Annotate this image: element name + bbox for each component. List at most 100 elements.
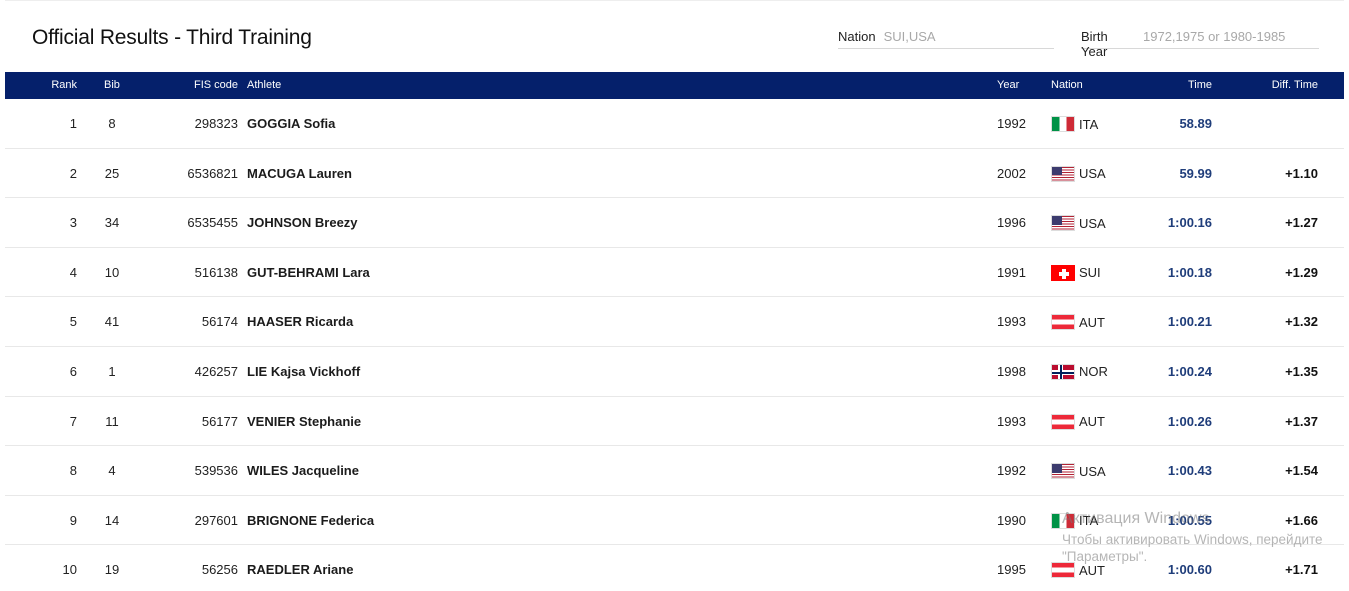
cell-time: 1:00.43 <box>1167 463 1212 479</box>
cell-nation: USA <box>1051 463 1106 480</box>
nation-code: NOR <box>1079 364 1108 380</box>
header-diff-time[interactable]: Diff. Time <box>1272 79 1318 91</box>
cell-time: 1:00.55 <box>1167 512 1212 528</box>
cell-athlete-link[interactable]: HAASER Ricarda <box>247 314 353 329</box>
usa-flag-icon <box>1051 215 1075 232</box>
cell-fis-code: 6536821 <box>187 165 238 181</box>
cell-athlete-link[interactable]: VENIER Stephanie <box>247 414 361 429</box>
table-row[interactable]: 8 4 539536 WILES Jacqueline 1992 USA 1:00.43 +1… <box>5 446 1344 496</box>
birth-year-filter-input[interactable] <box>1143 29 1319 44</box>
cell-bib: 4 <box>108 463 116 479</box>
cell-time: 1:00.18 <box>1167 264 1212 280</box>
cell-time: 59.99 <box>1179 165 1212 181</box>
cell-fis-code: 298323 <box>194 116 238 131</box>
cell-athlete-link[interactable]: LIE Kajsa Vickhoff <box>247 364 360 379</box>
cell-rank: 9 <box>69 512 77 528</box>
cell-diff-time: +1.32 <box>1285 314 1318 330</box>
table-row[interactable]: 6 1 426257 LIE Kajsa Vickhoff 1998 NOR 1:00.24… <box>5 347 1344 397</box>
cell-fis-code: 297601 <box>194 512 238 528</box>
nation-code: AUT <box>1079 562 1105 578</box>
italy-flag-icon <box>1051 512 1075 529</box>
cell-fis-code: 56256 <box>201 562 238 578</box>
table-row[interactable]: 9 14 297601 BRIGNONE Federica 1990 ITA 1:00.55… <box>5 496 1344 546</box>
cell-time: 1:00.60 <box>1167 562 1212 578</box>
italy-flag-icon <box>1051 116 1075 132</box>
cell-bib: 8 <box>108 116 116 131</box>
cell-diff-time: +1.66 <box>1285 512 1318 528</box>
nation-code: USA <box>1079 215 1106 231</box>
results-header: Official Results - Third Training Nation… <box>5 0 1344 72</box>
header-nation[interactable]: Nation <box>1051 79 1083 91</box>
cell-diff-time: +1.27 <box>1285 215 1318 231</box>
results-table: Rank Bib FIS code Athlete Year Nation Ti… <box>5 72 1344 591</box>
table-body: 1 8 298323 GOGGIA Sofia 1992 ITA 58.89 2 25 65368… <box>5 99 1344 591</box>
cell-rank: 3 <box>69 215 77 231</box>
nation-code: USA <box>1079 166 1106 182</box>
nation-code: AUT <box>1079 414 1105 430</box>
cell-fis-code: 426257 <box>194 363 238 379</box>
cell-time: 1:00.26 <box>1167 413 1212 429</box>
cell-athlete-link[interactable]: WILES Jacqueline <box>247 463 359 478</box>
cell-fis-code: 56177 <box>201 413 238 429</box>
cell-nation: ITA <box>1051 512 1098 529</box>
cell-year: 1995 <box>997 562 1026 578</box>
table-row[interactable]: 2 25 6536821 MACUGA Lauren 2002 USA 59.99 +1.10 <box>5 149 1344 199</box>
table-row[interactable]: 3 34 6535455 JOHNSON Breezy 1996 USA 1:00.16 +1… <box>5 198 1344 248</box>
cell-rank: 4 <box>69 264 77 280</box>
birth-year-filter-label: Birth Year <box>1081 29 1108 59</box>
cell-bib: 1 <box>108 363 116 379</box>
cell-year: 1992 <box>997 463 1026 479</box>
table-row[interactable]: 10 19 56256 RAEDLER Ariane 1995 AUT 1:00.60 +1.… <box>5 545 1344 591</box>
cell-time: 1:00.21 <box>1167 314 1212 330</box>
usa-flag-icon <box>1051 165 1075 182</box>
cell-nation: AUT <box>1051 314 1105 331</box>
cell-athlete-link[interactable]: GOGGIA Sofia <box>247 116 335 131</box>
cell-athlete-link[interactable]: JOHNSON Breezy <box>247 215 358 230</box>
cell-diff-time: +1.10 <box>1285 165 1318 181</box>
table-row[interactable]: 1 8 298323 GOGGIA Sofia 1992 ITA 58.89 <box>5 99 1344 149</box>
table-row[interactable]: 4 10 516138 GUT-BEHRAMI Lara 1991 SUI 1:00.18 +… <box>5 248 1344 298</box>
cell-athlete-link[interactable]: RAEDLER Ariane <box>247 562 353 577</box>
austria-flag-icon <box>1051 413 1075 430</box>
usa-flag-icon <box>1051 463 1075 480</box>
cell-diff-time: +1.71 <box>1285 562 1318 578</box>
cell-year: 1993 <box>997 314 1026 330</box>
cell-year: 1990 <box>997 512 1026 528</box>
cell-bib: 10 <box>104 264 120 280</box>
header-fis-code[interactable]: FIS code <box>194 79 238 91</box>
cell-rank: 5 <box>69 314 77 330</box>
cell-diff-time: +1.54 <box>1285 463 1318 479</box>
cell-nation: AUT <box>1051 413 1105 430</box>
nation-filter-label: Nation <box>838 29 876 44</box>
nation-code: SUI <box>1079 265 1101 281</box>
cell-rank: 8 <box>69 463 77 479</box>
table-row[interactable]: 5 41 56174 HAASER Ricarda 1993 AUT 1:00.21 +1.3… <box>5 297 1344 347</box>
header-year[interactable]: Year <box>997 79 1019 91</box>
cell-time: 1:00.16 <box>1167 215 1212 231</box>
cell-year: 1991 <box>997 264 1026 280</box>
austria-flag-icon <box>1051 314 1075 331</box>
cell-time: 58.89 <box>1179 116 1212 131</box>
header-rank[interactable]: Rank <box>51 79 77 91</box>
header-bib[interactable]: Bib <box>104 79 120 91</box>
cell-year: 1993 <box>997 413 1026 429</box>
cell-fis-code: 6535455 <box>187 215 238 231</box>
nation-filter-input[interactable] <box>883 29 1060 44</box>
cell-diff-time: +1.29 <box>1285 264 1318 280</box>
nation-code: USA <box>1079 463 1106 479</box>
cell-bib: 19 <box>104 562 120 578</box>
cell-bib: 14 <box>104 512 120 528</box>
cell-rank: 6 <box>69 363 77 379</box>
switzerland-flag-icon <box>1051 264 1075 281</box>
birth-year-filter: Birth Year <box>1081 29 1319 59</box>
cell-year: 1998 <box>997 363 1026 379</box>
table-row[interactable]: 7 11 56177 VENIER Stephanie 1993 AUT 1:00.26 +1… <box>5 397 1344 447</box>
cell-athlete-link[interactable]: BRIGNONE Federica <box>247 513 374 528</box>
header-athlete[interactable]: Athlete <box>247 79 281 91</box>
cell-athlete-link[interactable]: GUT-BEHRAMI Lara <box>247 265 370 280</box>
cell-athlete-link[interactable]: MACUGA Lauren <box>247 166 352 181</box>
nation-code: AUT <box>1079 314 1105 330</box>
header-time[interactable]: Time <box>1188 79 1212 91</box>
page-title: Official Results - Third Training <box>32 26 312 49</box>
cell-rank: 2 <box>69 165 77 181</box>
